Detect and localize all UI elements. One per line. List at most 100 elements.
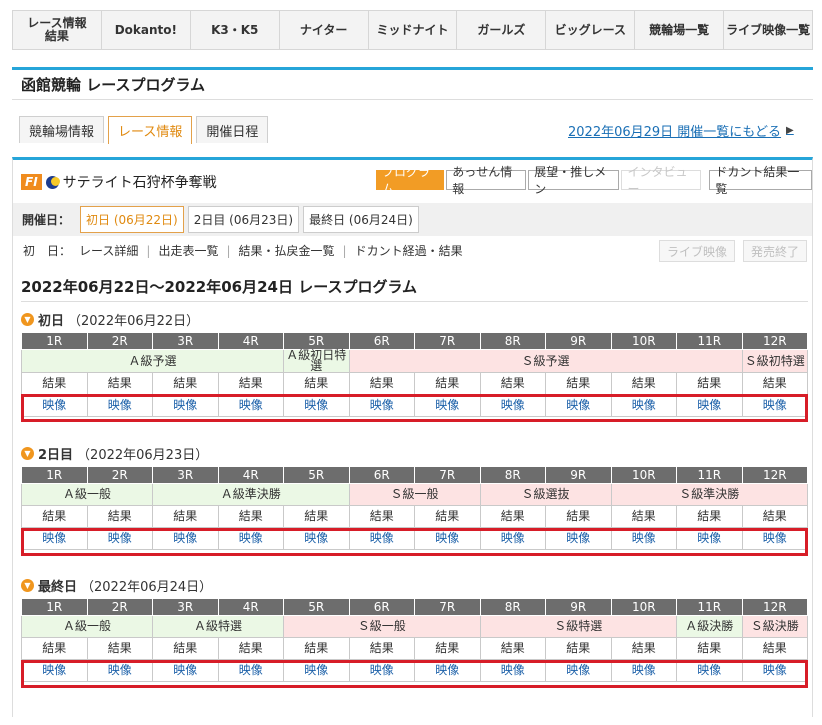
result-link[interactable]: 結果 xyxy=(21,637,88,660)
race-class-row: Ａ級一般 Ａ級準決勝 Ｓ級一般 Ｓ級選抜 Ｓ級準決勝 xyxy=(21,483,808,506)
race-number: 12R xyxy=(741,466,808,484)
dokanto-progress-link[interactable]: ドカント経過・結果 xyxy=(355,242,463,259)
race-number: 7R xyxy=(414,598,481,616)
race-class: Ａ級予選 xyxy=(21,349,284,373)
result-link[interactable]: 結果 xyxy=(283,505,350,528)
day-selector: 開催日： 初日 (06月22日) 2日目 (06月23日) 最終日 (06月24… xyxy=(13,203,812,236)
race-number: 1R xyxy=(21,466,88,484)
nav-track-list[interactable]: 競輪場一覧 xyxy=(635,11,725,49)
nav-midnight[interactable]: ミッドナイト xyxy=(369,11,458,49)
result-link[interactable]: 結果 xyxy=(479,372,546,395)
nav-nighter[interactable]: ナイター xyxy=(280,11,369,49)
result-link[interactable]: 結果 xyxy=(217,505,284,528)
result-link[interactable]: 結果 xyxy=(545,637,612,660)
midnight-moon-icon xyxy=(45,175,60,189)
result-link[interactable]: 結果 xyxy=(676,505,743,528)
chevron-down-icon: ▼ xyxy=(21,447,34,460)
race-number: 5R xyxy=(283,332,350,350)
assen-info-button[interactable]: あっせん情報 xyxy=(446,165,527,196)
result-link[interactable]: 結果 xyxy=(741,505,808,528)
result-row: 結果 結果 結果 結果 結果 結果 結果 結果 結果 結果 結果 結果 xyxy=(21,372,808,395)
result-link[interactable]: 結果 xyxy=(741,637,808,660)
race-detail-link[interactable]: レース詳細 xyxy=(79,242,138,259)
race-class: Ａ級特選 xyxy=(152,615,284,638)
result-link[interactable]: 結果 xyxy=(479,637,546,660)
result-link[interactable]: 結果 xyxy=(21,505,88,528)
nav-girls[interactable]: ガールズ xyxy=(457,11,547,49)
result-link[interactable]: 結果 xyxy=(152,372,219,395)
day-heading: ▼ 2日目 （2022年06月23日） xyxy=(21,444,208,463)
top-navigation: レース情報 結果 Dokanto! K3・K5 ナイター ミッドナイト ガールズ… xyxy=(12,10,813,50)
result-link[interactable]: 結果 xyxy=(414,372,481,395)
separator: | xyxy=(226,243,231,258)
race-number: 12R xyxy=(741,332,808,350)
back-link-text[interactable]: 2022年06月29日 開催一覧にもどる xyxy=(568,121,781,140)
result-link[interactable]: 結果 xyxy=(152,505,219,528)
result-link[interactable]: 結果 xyxy=(348,505,415,528)
day-title: 2日目 xyxy=(38,448,74,463)
result-link[interactable]: 結果 xyxy=(610,637,677,660)
result-link[interactable]: 結果 xyxy=(414,505,481,528)
race-number: 12R xyxy=(741,598,808,616)
race-number: 2R xyxy=(86,332,153,350)
tab-race-info[interactable]: レース情報 xyxy=(108,116,193,144)
nav-race-info[interactable]: レース情報 結果 xyxy=(13,11,102,49)
result-link[interactable]: 結果 xyxy=(610,505,677,528)
result-link[interactable]: 結果 xyxy=(676,372,743,395)
race-number: 11R xyxy=(676,332,743,350)
nav-big-race[interactable]: ビッグレース xyxy=(546,11,636,49)
result-link[interactable]: 結果 xyxy=(545,505,612,528)
race-number-row: 1R 2R 3R 4R 5R 6R 7R 8R 9R 10R 11R 12R xyxy=(21,332,808,350)
race-class: Ｓ級決勝 xyxy=(741,615,808,638)
day-date: （2022年06月22日） xyxy=(68,314,200,329)
result-link[interactable]: 結果 xyxy=(610,372,677,395)
result-link[interactable]: 結果 xyxy=(348,372,415,395)
result-link[interactable]: 結果 xyxy=(152,637,219,660)
separator: | xyxy=(146,243,151,258)
result-link[interactable]: 結果 xyxy=(348,637,415,660)
day-button-1[interactable]: 初日 (06月22日) xyxy=(80,206,184,233)
section-tabs: 競輪場情報 レース情報 開催日程 xyxy=(19,116,269,144)
result-link[interactable]: 結果 xyxy=(86,372,153,395)
result-link[interactable]: 結果 xyxy=(86,505,153,528)
race-actions: プログラム あっせん情報 展望・推しメン インタビュー ドカント結果一覧 xyxy=(376,165,812,196)
day-button-3[interactable]: 最終日 (06月24日) xyxy=(303,206,419,233)
race-number-row: 1R 2R 3R 4R 5R 6R 7R 8R 9R 10R 11R 12R xyxy=(21,598,808,616)
race-class: Ｓ級一般 xyxy=(283,615,481,638)
dokanto-results-button[interactable]: ドカント結果一覧 xyxy=(709,165,812,196)
nav-dokanto[interactable]: Dokanto! xyxy=(102,11,191,49)
nav-live-video-list[interactable]: ライブ映像一覧 xyxy=(724,11,812,49)
tab-track-info[interactable]: 競輪場情報 xyxy=(19,116,105,143)
outlook-button[interactable]: 展望・推しメン xyxy=(528,165,620,196)
result-link[interactable]: 結果 xyxy=(741,372,808,395)
result-link[interactable]: 結果 xyxy=(545,372,612,395)
result-link[interactable]: 結果 xyxy=(21,372,88,395)
result-link[interactable]: 結果 xyxy=(676,637,743,660)
result-link[interactable]: 結果 xyxy=(414,637,481,660)
result-link[interactable]: 結果 xyxy=(217,372,284,395)
race-class: Ｓ級予選 xyxy=(348,349,743,373)
day-title: 最終日 xyxy=(38,580,78,595)
program-button[interactable]: プログラム xyxy=(376,165,445,196)
results-payout-link[interactable]: 結果・払戻金一覧 xyxy=(239,242,335,259)
result-link[interactable]: 結果 xyxy=(479,505,546,528)
race-class: Ｓ級準決勝 xyxy=(610,483,808,506)
nav-k3-k5[interactable]: K3・K5 xyxy=(191,11,280,49)
result-link[interactable]: 結果 xyxy=(217,637,284,660)
race-number: 5R xyxy=(283,598,350,616)
grade-badge: FI xyxy=(21,174,42,190)
video-row-highlight xyxy=(21,528,808,556)
race-number: 8R xyxy=(479,598,546,616)
entry-list-link[interactable]: 出走表一覧 xyxy=(158,242,218,259)
day-date: （2022年06月23日） xyxy=(77,448,209,463)
result-link[interactable]: 結果 xyxy=(283,637,350,660)
race-number: 3R xyxy=(152,466,219,484)
day-button-2[interactable]: 2日目 (06月23日) xyxy=(187,206,300,233)
back-to-list-link[interactable]: 2022年06月29日 開催一覧にもどる ▶ xyxy=(568,121,794,140)
race-number: 9R xyxy=(545,598,612,616)
result-link[interactable]: 結果 xyxy=(283,372,350,395)
tab-schedule[interactable]: 開催日程 xyxy=(196,116,269,143)
race-name: サテライト石狩杯争奪戦 xyxy=(62,175,217,191)
result-link[interactable]: 結果 xyxy=(86,637,153,660)
race-header: FI サテライト石狩杯争奪戦 xyxy=(21,172,217,192)
